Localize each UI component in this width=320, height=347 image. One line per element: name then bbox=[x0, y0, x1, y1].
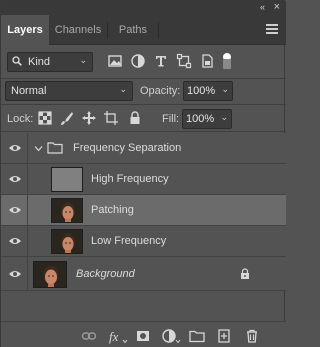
chevron-down-icon[interactable] bbox=[34, 144, 43, 153]
blend-row: Normal ⌄ Opacity: 100% ⌄ bbox=[1, 79, 286, 103]
lock-artboard-icon[interactable] bbox=[103, 110, 119, 126]
chevron-down-icon: ⌄ bbox=[119, 84, 127, 94]
filter-row: Kind ⌄ bbox=[1, 45, 286, 79]
image-filter-icon[interactable] bbox=[107, 53, 123, 69]
collapse-icon[interactable]: « bbox=[260, 2, 265, 12]
layer-group-row[interactable]: Frequency Separation bbox=[1, 133, 286, 164]
filter-kind-select[interactable]: Kind ⌄ bbox=[7, 52, 93, 72]
svg-text:fx: fx bbox=[109, 329, 119, 344]
eye-icon[interactable] bbox=[8, 205, 22, 215]
folder-icon bbox=[47, 142, 63, 154]
fill-input[interactable]: 100% ⌄ bbox=[182, 109, 232, 129]
visibility-toggle[interactable] bbox=[1, 164, 28, 195]
visibility-toggle[interactable] bbox=[1, 226, 28, 257]
fill-label: Fill: bbox=[162, 113, 180, 125]
mask-icon[interactable] bbox=[135, 328, 151, 344]
chevron-down-icon[interactable]: ⌄ bbox=[220, 112, 228, 123]
layer-name: Patching bbox=[91, 204, 134, 216]
layer-name: Frequency Separation bbox=[73, 142, 182, 154]
visibility-toggle[interactable] bbox=[1, 257, 28, 291]
adjustment-icon[interactable] bbox=[161, 328, 181, 344]
lock-icon bbox=[241, 268, 249, 279]
filter-kind-label: Kind bbox=[28, 56, 51, 68]
trash-icon[interactable] bbox=[244, 328, 260, 344]
blend-mode-value: Normal bbox=[11, 85, 47, 97]
panel-menu-icon[interactable] bbox=[266, 24, 278, 34]
bottom-toolbar: fx bbox=[1, 321, 286, 347]
search-icon bbox=[12, 56, 22, 66]
tab-divider bbox=[158, 22, 159, 38]
eye-icon[interactable] bbox=[8, 236, 22, 246]
layer-name: Low Frequency bbox=[91, 235, 167, 247]
link-icon[interactable] bbox=[81, 328, 97, 344]
type-filter-icon[interactable] bbox=[153, 53, 169, 69]
opacity-label: Opacity: bbox=[140, 85, 181, 97]
new-layer-icon[interactable] bbox=[216, 328, 232, 344]
fill-value: 100% bbox=[186, 113, 215, 125]
tab-layers[interactable]: Layers bbox=[1, 15, 49, 46]
divider bbox=[1, 131, 286, 132]
layer-thumbnail bbox=[51, 167, 83, 192]
chevron-down-icon[interactable]: ⌄ bbox=[221, 84, 229, 95]
opacity-value: 100% bbox=[187, 85, 216, 97]
visibility-toggle[interactable] bbox=[1, 195, 28, 226]
eye-icon[interactable] bbox=[8, 269, 22, 279]
visibility-toggle[interactable] bbox=[1, 133, 28, 164]
panel-tabs: Layers Channels Paths bbox=[1, 15, 286, 46]
lock-pixels-icon[interactable] bbox=[59, 110, 75, 126]
smart-object-filter-icon[interactable] bbox=[199, 53, 215, 69]
layer-row-selected[interactable]: Patching bbox=[1, 195, 286, 226]
close-icon[interactable]: × bbox=[274, 1, 280, 13]
portrait-thumbnail-icon bbox=[52, 199, 82, 222]
opacity-input[interactable]: 100% ⌄ bbox=[183, 81, 233, 101]
lock-position-icon[interactable] bbox=[81, 110, 97, 126]
layer-thumbnail bbox=[33, 261, 67, 288]
chevron-down-icon: ⌄ bbox=[79, 55, 87, 65]
lock-all-icon[interactable] bbox=[127, 110, 143, 126]
layers-panel: « × Layers Channels Paths Kind ⌄ Normal … bbox=[0, 0, 286, 347]
layer-row-background[interactable]: Background bbox=[1, 257, 286, 291]
adjustment-filter-icon[interactable] bbox=[130, 53, 146, 69]
blend-mode-select[interactable]: Normal ⌄ bbox=[5, 81, 133, 101]
portrait-thumbnail-icon bbox=[34, 262, 66, 287]
layer-thumbnail bbox=[51, 198, 83, 223]
layer-thumbnail bbox=[51, 229, 83, 254]
eye-icon[interactable] bbox=[8, 143, 22, 153]
layer-row[interactable]: High Frequency bbox=[1, 164, 286, 195]
filter-toggle-track[interactable] bbox=[223, 59, 231, 69]
layer-name: Background bbox=[76, 268, 135, 280]
lock-label: Lock: bbox=[7, 113, 34, 125]
layer-name: High Frequency bbox=[91, 173, 169, 185]
lock-row: Lock: Fill: 100% ⌄ bbox=[1, 105, 286, 131]
tab-paths[interactable]: Paths bbox=[108, 15, 158, 45]
eye-icon[interactable] bbox=[8, 174, 22, 184]
tab-channels[interactable]: Channels bbox=[49, 15, 107, 45]
shape-filter-icon[interactable] bbox=[176, 53, 192, 69]
lock-transparency-icon[interactable] bbox=[37, 110, 53, 126]
layer-row[interactable]: Low Frequency bbox=[1, 226, 286, 257]
portrait-thumbnail-icon bbox=[52, 230, 82, 253]
folder-icon[interactable] bbox=[189, 328, 205, 344]
fx-icon[interactable]: fx bbox=[108, 328, 128, 344]
panel-title-strip: « × bbox=[1, 1, 286, 15]
